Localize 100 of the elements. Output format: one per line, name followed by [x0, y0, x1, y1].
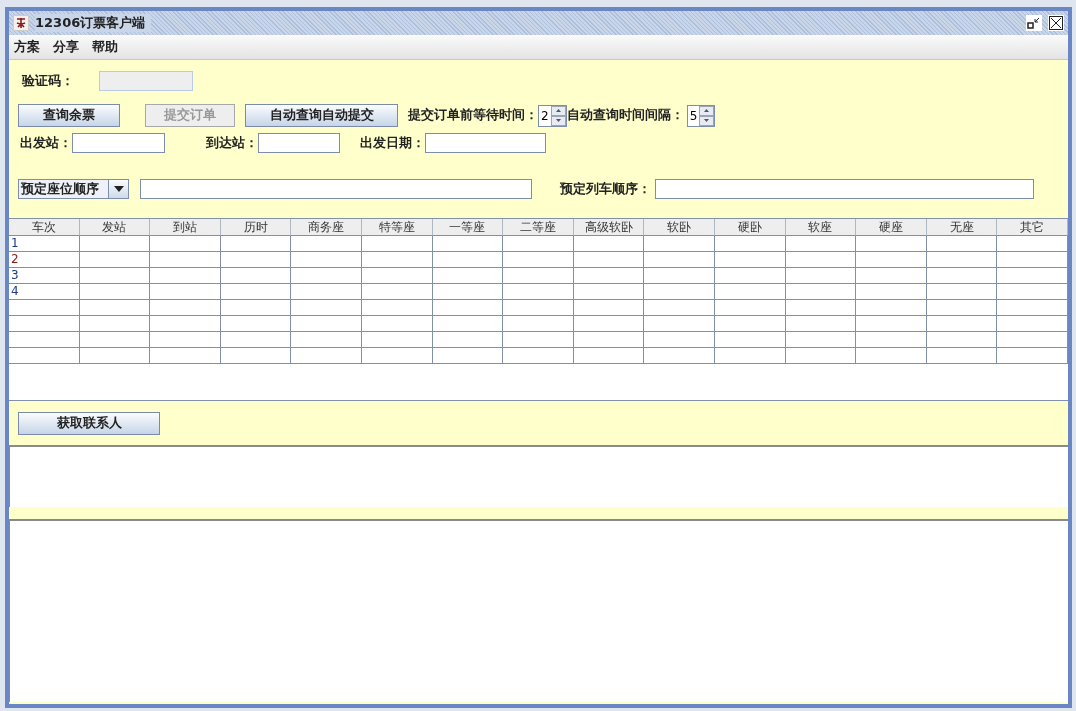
column-header[interactable]: 特等座: [362, 219, 433, 236]
table-cell: [432, 252, 504, 268]
spin-up-button[interactable]: [550, 105, 566, 116]
number-spinner[interactable]: 5: [686, 104, 716, 127]
table-cell: [644, 300, 715, 316]
table-cell: [362, 252, 433, 268]
column-header[interactable]: 历时: [220, 219, 292, 236]
column-header[interactable]: 无座: [926, 219, 998, 236]
action-button[interactable]: 自动查询自动提交: [245, 104, 398, 127]
table-cell: [644, 348, 715, 364]
station-field[interactable]: [72, 133, 165, 153]
spin-down-button[interactable]: [699, 115, 715, 126]
table-cell: [432, 316, 504, 332]
column-header[interactable]: 其它: [997, 219, 1068, 236]
action-button[interactable]: 查询余票: [18, 104, 120, 127]
table-cell: [644, 268, 715, 284]
table-cell: [785, 332, 857, 348]
table-cell: [291, 332, 362, 348]
table-cell: [785, 300, 857, 316]
table-cell: [785, 252, 857, 268]
dropdown-button[interactable]: [108, 180, 128, 198]
column-header[interactable]: 硬座: [856, 219, 927, 236]
table-cell: 4: [9, 284, 80, 300]
table-cell: [220, 268, 292, 284]
table-cell: 1: [9, 236, 80, 252]
column-header[interactable]: 高级软卧: [573, 219, 645, 236]
table-cell: [644, 316, 715, 332]
table-cell: [79, 300, 151, 316]
column-header[interactable]: 商务座: [291, 219, 362, 236]
table-cell: [926, 316, 998, 332]
captcha-label: 验证码：: [22, 72, 74, 90]
table-cell: [715, 252, 786, 268]
table-cell: [150, 284, 221, 300]
table-cell: [926, 300, 998, 316]
table-cell: [362, 268, 433, 284]
station-label: 到达站：: [206, 134, 258, 152]
column-header[interactable]: 车次: [9, 219, 80, 236]
table-cell: [291, 236, 362, 252]
table-cell: [715, 332, 786, 348]
column-header[interactable]: 二等座: [503, 219, 574, 236]
table-cell: [150, 332, 221, 348]
seat-order-dropdown[interactable]: 预定座位顺序: [18, 179, 129, 199]
table-cell: [856, 300, 927, 316]
table-cell: [926, 348, 998, 364]
train-order-field[interactable]: [655, 179, 1034, 199]
restore-icon[interactable]: [1026, 15, 1042, 31]
date-label: 出发日期：: [360, 134, 425, 152]
table-cell: [220, 252, 292, 268]
table-cell: [715, 300, 786, 316]
spin-down-button[interactable]: [550, 115, 566, 126]
column-header[interactable]: 一等座: [432, 219, 504, 236]
dropdown-value: 预定座位顺序: [20, 180, 100, 198]
table-cell: 3: [9, 268, 80, 284]
number-spinner[interactable]: 2: [538, 104, 567, 127]
column-header[interactable]: 软卧: [644, 219, 715, 236]
table-cell: [362, 348, 433, 364]
table-cell: [150, 236, 221, 252]
table-cell: [79, 332, 151, 348]
table-cell: [362, 332, 433, 348]
table-cell: [715, 284, 786, 300]
close-icon[interactable]: [1048, 15, 1064, 31]
table-cell: [573, 316, 645, 332]
table-cell: [432, 332, 504, 348]
get-contacts-button[interactable]: 获取联系人: [18, 411, 160, 435]
table-cell: [785, 316, 857, 332]
spin-up-button[interactable]: [699, 105, 715, 116]
column-header[interactable]: 发站: [79, 219, 151, 236]
station-label: 出发站：: [20, 134, 72, 152]
column-header[interactable]: 到站: [150, 219, 221, 236]
table-cell: [150, 348, 221, 364]
table-cell: [573, 284, 645, 300]
table-cell: [503, 316, 574, 332]
table-cell: [926, 332, 998, 348]
table-cell: [715, 316, 786, 332]
table-cell: [715, 236, 786, 252]
table-cell: [362, 316, 433, 332]
text-area[interactable]: [9, 445, 1068, 507]
table-cell: [291, 348, 362, 364]
table-cell: [220, 348, 292, 364]
table-cell: [432, 268, 504, 284]
table-cell: [79, 268, 151, 284]
table-cell: [644, 236, 715, 252]
station-field[interactable]: [258, 133, 340, 153]
date-field[interactable]: [425, 133, 546, 153]
table-cell: [573, 268, 645, 284]
table-cell: [856, 252, 927, 268]
window-title: 12306订票客户端: [35, 14, 152, 32]
seat-order-field[interactable]: [140, 179, 532, 199]
table-cell: [573, 300, 645, 316]
menu-item[interactable]: 帮助: [92, 38, 118, 56]
table-cell: [926, 236, 998, 252]
menu-item[interactable]: 方案: [14, 38, 40, 56]
table-cell: [362, 300, 433, 316]
table-cell: [291, 252, 362, 268]
caret-icon: [113, 186, 124, 192]
column-header[interactable]: 硬卧: [715, 219, 786, 236]
column-header[interactable]: 软座: [785, 219, 857, 236]
menu-item[interactable]: 分享: [53, 38, 79, 56]
table-cell: [220, 316, 292, 332]
table-cell: [79, 348, 151, 364]
